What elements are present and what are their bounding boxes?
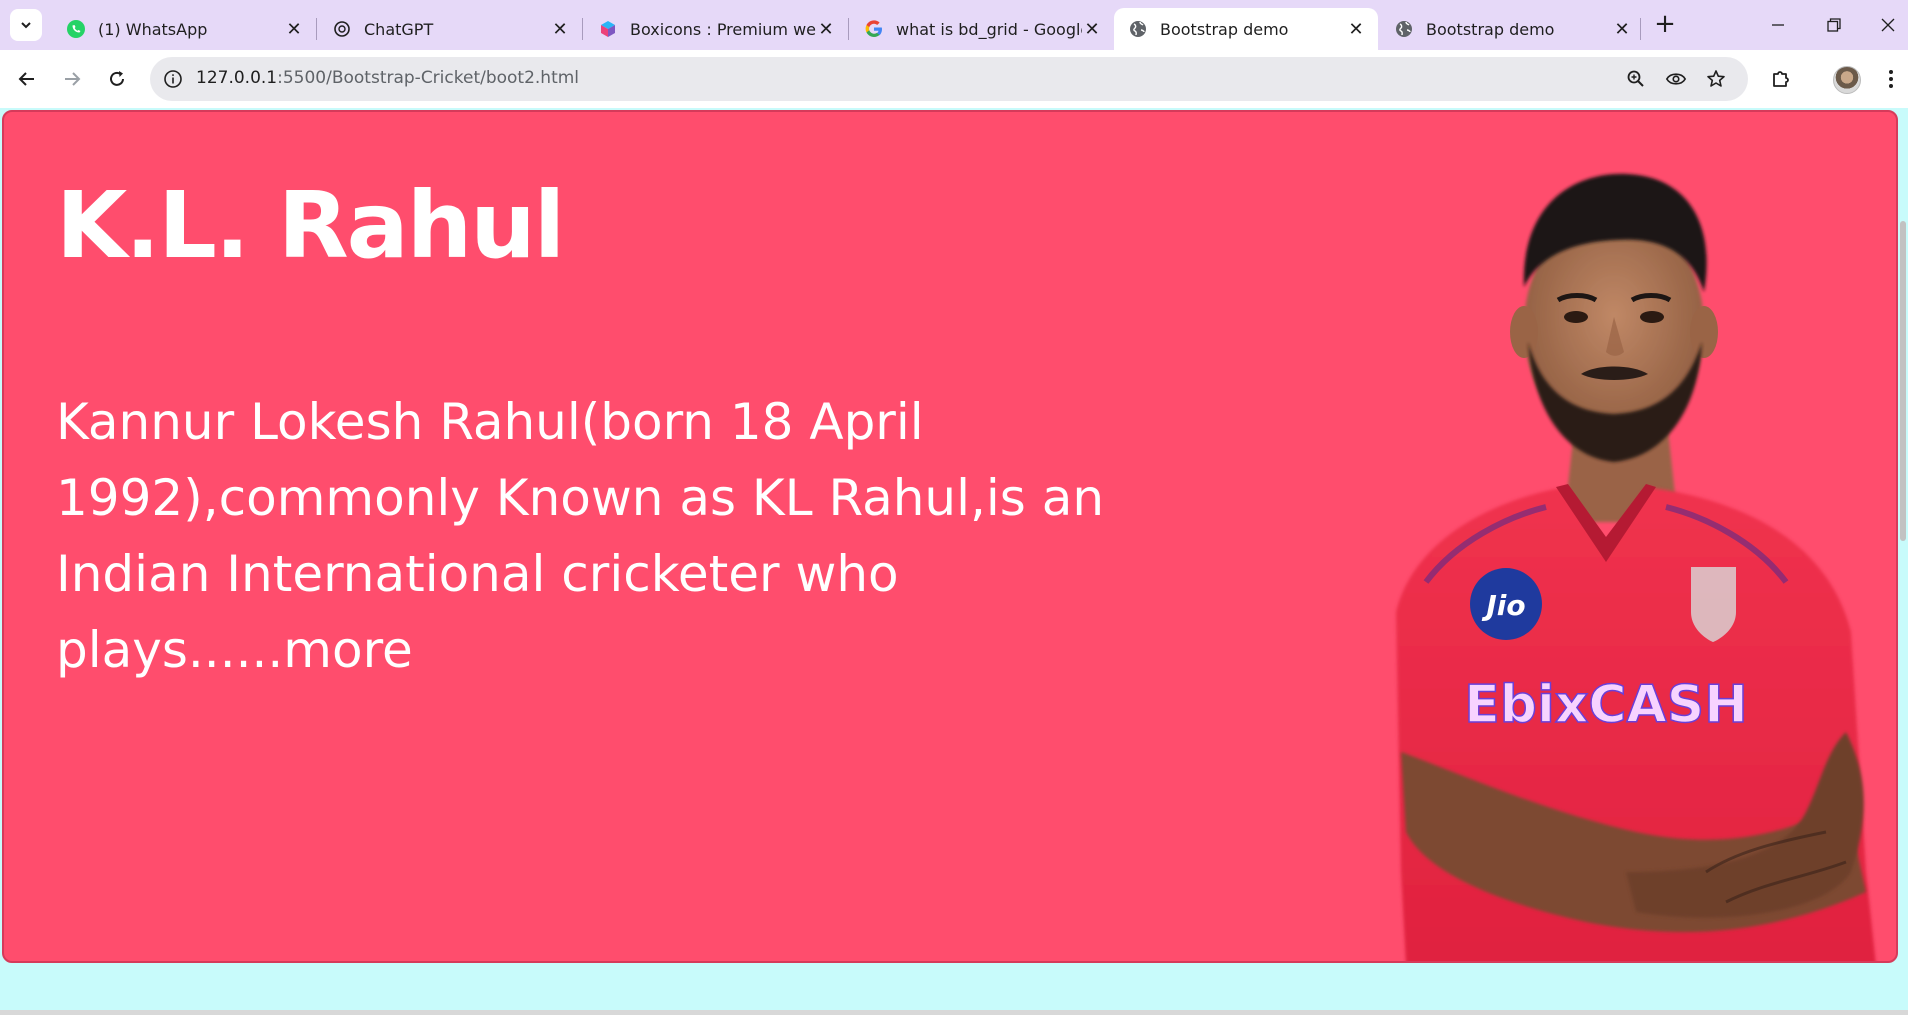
browser-menu-button[interactable]	[1876, 64, 1906, 94]
arrow-right-icon	[65, 72, 81, 86]
zoom-icon[interactable]	[1625, 68, 1647, 90]
tab-divider	[848, 18, 849, 40]
tab-title: ChatGPT	[364, 19, 434, 39]
player-photo: Jio EbixCASH	[1396, 173, 1876, 961]
reload-icon	[110, 71, 124, 86]
reload-button[interactable]	[102, 64, 132, 94]
chatgpt-icon	[332, 19, 352, 39]
tab-bootstrap-demo-active[interactable]: Bootstrap demo ✕	[1114, 8, 1378, 50]
close-icon[interactable]: ✕	[284, 19, 304, 40]
boxicons-icon	[598, 19, 618, 39]
close-icon	[1881, 18, 1895, 32]
back-button[interactable]	[12, 64, 42, 94]
tab-divider	[316, 18, 317, 40]
chevron-down-icon	[21, 22, 31, 29]
url-path: :5500/Bootstrap-Cricket/boot2.html	[277, 68, 580, 88]
tab-divider	[582, 18, 583, 40]
player-card: K.L. Rahul Kannur Lokesh Rahul(born 18 A…	[2, 110, 1898, 963]
eye-icon[interactable]	[1665, 68, 1687, 90]
tab-title: Bootstrap demo	[1160, 19, 1289, 39]
tab-search-button[interactable]	[10, 9, 42, 41]
close-icon[interactable]: ✕	[550, 19, 570, 40]
tab-chatgpt[interactable]: ChatGPT ✕	[318, 8, 582, 50]
browser-toolbar: 127.0.0.1:5500/Bootstrap-Cricket/boot2.h…	[0, 50, 1908, 108]
restore-button[interactable]	[1814, 8, 1854, 42]
arrow-left-icon	[18, 72, 34, 86]
bookmark-star-icon[interactable]	[1705, 68, 1727, 90]
url-text[interactable]: 127.0.0.1:5500/Bootstrap-Cricket/boot2.h…	[196, 68, 579, 88]
whatsapp-icon	[66, 19, 86, 39]
globe-icon	[1394, 19, 1414, 39]
new-tab-button[interactable]: +	[1652, 11, 1678, 38]
globe-icon	[1128, 19, 1148, 39]
tab-whatsapp[interactable]: (1) WhatsApp ✕	[52, 8, 316, 50]
tab-bootstrap-demo[interactable]: Bootstrap demo ✕	[1380, 8, 1644, 50]
url-host: 127.0.0.1	[196, 68, 278, 88]
profile-avatar[interactable]	[1833, 66, 1861, 94]
close-icon[interactable]: ✕	[1612, 19, 1632, 40]
tab-title: what is bd_grid - Google S	[896, 19, 1082, 39]
page-viewport: K.L. Rahul Kannur Lokesh Rahul(born 18 A…	[0, 108, 1908, 1015]
tab-strip: (1) WhatsApp ✕ ChatGPT ✕ Boxicons : Prem…	[0, 0, 1908, 50]
site-info-icon[interactable]	[162, 68, 184, 90]
extensions-button[interactable]	[1766, 64, 1796, 94]
kebab-menu-icon	[1889, 70, 1893, 88]
close-window-button[interactable]	[1868, 8, 1908, 42]
tab-boxicons[interactable]: Boxicons : Premium web fr ✕	[584, 8, 848, 50]
jersey-sponsor-text: EbixCASH	[1464, 675, 1748, 735]
minimize-icon	[1772, 24, 1784, 26]
tab-title: Bootstrap demo	[1426, 19, 1555, 39]
page-title: K.L. Rahul	[56, 172, 565, 279]
scrollbar-thumb[interactable]	[1900, 221, 1906, 541]
restore-icon	[1827, 18, 1841, 32]
close-icon[interactable]: ✕	[816, 19, 836, 40]
close-icon[interactable]: ✕	[1346, 19, 1366, 40]
puzzle-icon	[1773, 71, 1789, 87]
tab-divider	[1640, 18, 1641, 40]
tab-google[interactable]: what is bd_grid - Google S ✕	[850, 8, 1114, 50]
address-bar[interactable]: 127.0.0.1:5500/Bootstrap-Cricket/boot2.h…	[150, 57, 1748, 101]
player-description: Kannur Lokesh Rahul(born 18 April 1992),…	[56, 393, 1105, 679]
page-bottom-edge	[0, 1010, 1908, 1015]
jersey-badge-text: Jio	[1481, 589, 1525, 622]
close-icon[interactable]: ✕	[1082, 19, 1102, 40]
forward-button[interactable]	[57, 64, 87, 94]
tab-title: (1) WhatsApp	[98, 19, 208, 39]
google-icon	[864, 19, 884, 39]
minimize-button[interactable]	[1758, 8, 1798, 42]
tab-title: Boxicons : Premium web fr	[630, 19, 816, 39]
